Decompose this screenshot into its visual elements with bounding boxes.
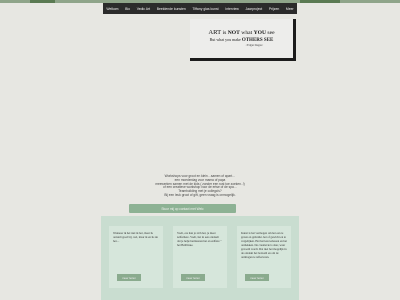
quote-word: is [222,30,227,36]
nav-item-bio[interactable]: Bio [125,7,130,11]
card-text: Wanneer ik het niet ik het, maar ik onts… [113,231,158,243]
nav-item-tiffany-glas-kunst[interactable]: Tiffany glas kunst [192,7,218,11]
main-navigation: Welkom Bio Vedic Art Beeldende kunsten T… [103,3,297,14]
cards-section: Wanneer ik het niet ik het, maar ik onts… [101,216,299,300]
card-text: Kunst is het vermogen om het een te geve… [241,231,287,259]
promo-line: Bij een leuk groot of gift, geen vraag i… [164,192,236,197]
info-card: Wanneer ik het niet ik het, maar ik onts… [109,226,163,288]
nav-item-welkom[interactable]: Welkom [106,7,118,11]
workshop-promo-text: Workshops voor groot en klein…samen of a… [120,174,280,198]
read-more-button[interactable]: meer lezen [117,274,141,281]
info-card: Kunst is het vermogen om het een te geve… [237,226,291,288]
nav-item-vedic-art[interactable]: Vedic Art [137,7,150,11]
foliage-decoration [300,0,340,3]
quote-word: YOU [253,30,267,36]
quote-line-1: ART is NOT what YOU see [208,29,274,37]
foliage-decoration [30,0,55,3]
quote-word: NOT [227,30,240,36]
quote-word: what [241,30,253,36]
quote-word: But what you make [209,37,241,42]
quote-word: OTHERS SEE [241,38,274,43]
read-more-button[interactable]: meer lezen [245,274,269,281]
quote-attribution: ~Edgar Degas~ [245,44,264,47]
quote-word: see [267,30,275,36]
quote-line-2: But what you make OTHERS SEE [210,37,274,44]
contact-button[interactable]: Stuur mij op contact met Welc [129,204,236,213]
nav-item-beeldende-kunsten[interactable]: Beeldende kunsten [157,7,186,11]
quote-word: ART [208,29,222,36]
nav-item-jaarproject[interactable]: Jaarproject [245,7,262,11]
nav-item-prijzen[interactable]: Prijzen [269,7,279,11]
quote-box: ART is NOT what YOU see But what you mak… [190,19,296,61]
nav-item-interview[interactable]: Interview [225,7,239,11]
info-card: Voelt, ere hun je zich het, je meer zelf… [173,226,227,288]
card-text: Voelt, ere hun je zich het, je meer zelf… [177,231,222,247]
nav-item-meer[interactable]: Meer [286,7,294,11]
read-more-button[interactable]: meer lezen [181,274,205,281]
